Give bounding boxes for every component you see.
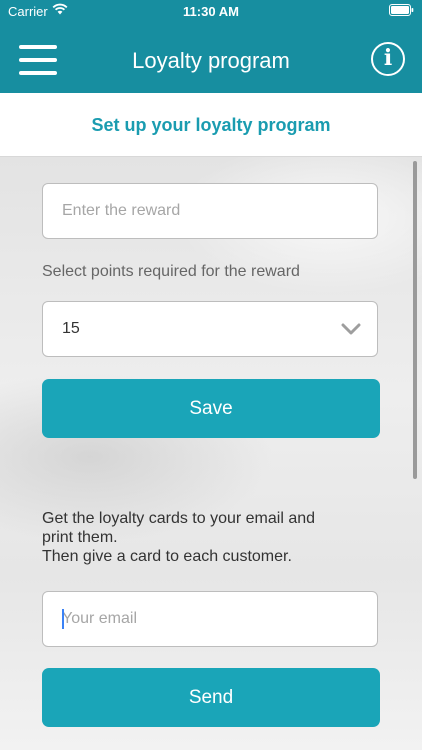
page-title: Loyalty program [132, 48, 290, 73]
reward-input[interactable] [43, 184, 377, 238]
battery-icon [389, 4, 414, 16]
instructions-text: Get the loyalty cards to your email and … [42, 509, 362, 566]
instructions-line: Then give a card to each customer. [42, 548, 292, 565]
status-time: 11:30 AM [183, 4, 239, 19]
status-bar: Carrier 11:30 AM [0, 0, 422, 22]
info-button[interactable]: i [371, 42, 405, 76]
text-cursor [62, 609, 64, 629]
nav-bar: Loyalty program i [0, 22, 422, 93]
app-header: Carrier 11:30 AM Loyalty program i [0, 0, 422, 93]
section-title: Set up your loyalty program [91, 115, 331, 135]
reward-field[interactable] [42, 183, 378, 239]
email-field[interactable] [42, 591, 378, 647]
chevron-down-icon [341, 323, 361, 335]
email-input[interactable] [43, 592, 377, 646]
points-select[interactable]: 15 [42, 301, 378, 357]
instructions-line: print them. [42, 529, 118, 546]
info-icon: i [383, 45, 393, 71]
send-button[interactable]: Send [42, 668, 380, 727]
instructions-line: Get the loyalty cards to your email and [42, 510, 316, 527]
scrollbar[interactable] [413, 161, 417, 479]
points-label: Select points required for the reward [42, 263, 300, 280]
loyalty-form: Select points required for the reward 15… [0, 157, 422, 750]
points-value: 15 [62, 320, 80, 337]
section-header: Set up your loyalty program [0, 93, 422, 157]
save-button[interactable]: Save [42, 379, 380, 438]
